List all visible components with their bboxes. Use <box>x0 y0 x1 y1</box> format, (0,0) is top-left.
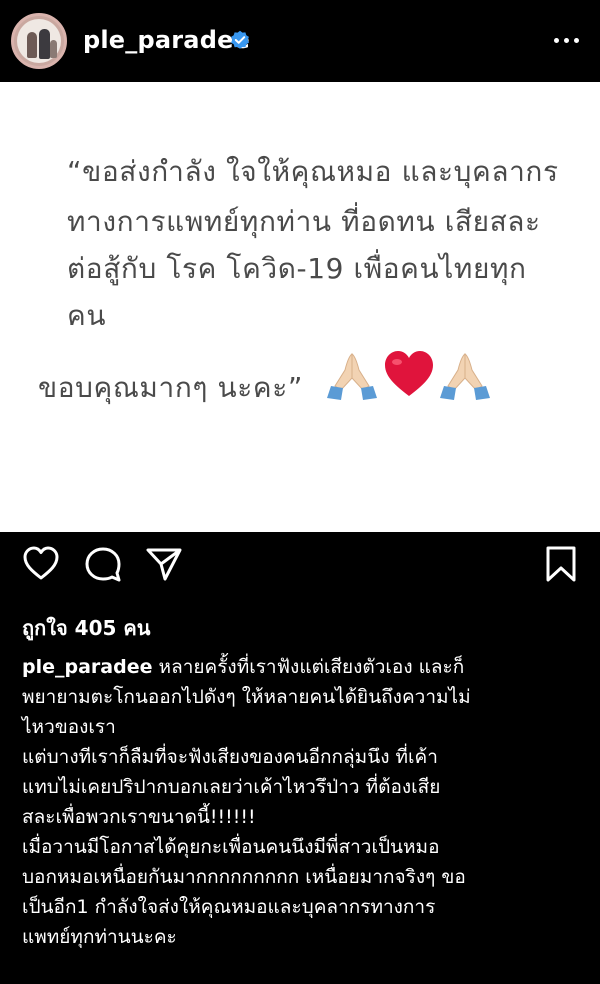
caption-line: บอกหมอเหนื่อยกันมากกกกกกกกก เหนื่อยมากจร… <box>22 866 466 888</box>
post-text-line: คน <box>67 299 107 332</box>
post-text-line: ทางการแพทย์ทุกท่าน ที่อดทน เสียสละ <box>67 205 541 238</box>
more-options-icon[interactable] <box>554 38 580 44</box>
verified-badge-icon <box>231 30 249 49</box>
caption-line: สละเพื่อพวกเราขนาดนี้!!!!!! <box>22 806 256 828</box>
caption-line: เมื่อวานมีโอกาสได้คุยกะเพื่อนคนนึงมีพี่ส… <box>22 836 440 858</box>
likes-count[interactable]: ถูกใจ 405 คน <box>22 612 150 644</box>
caption: ple_paradee หลายครั้งที่เราฟังแต่เสียงตั… <box>22 652 592 952</box>
comment-icon[interactable] <box>84 545 122 583</box>
caption-line: เป็นอีก1 กำลังใจส่งให้คุณหมอและบุคลากรทา… <box>22 896 436 918</box>
share-icon[interactable] <box>145 545 183 583</box>
praying-hands-emoji <box>440 353 490 400</box>
caption-line: แพทย์ทุกท่านนะคะ <box>22 926 177 948</box>
caption-text: หลายครั้งที่เราฟังแต่เสียงตัวเอง และก็ <box>152 656 465 678</box>
post-header: ple_paradee <box>0 0 600 82</box>
caption-line: พยายามตะโกนออกไปดังๆ ให้หลายคนได้ยินถึงค… <box>22 686 471 708</box>
username[interactable]: ple_paradee <box>83 26 250 54</box>
post-text-line: ต่อสู้กับ โรค โควิด-19 เพื่อคนไทยทุก <box>67 252 527 285</box>
caption-line: แต่บางทีเราก็ลืมที่จะฟังเสียงของคนอีกกลุ… <box>22 746 438 768</box>
post-text-line: ขอบคุณมากๆ นะคะ” <box>38 371 303 404</box>
praying-hands-emoji <box>327 353 377 400</box>
heart-icon[interactable] <box>22 545 60 583</box>
caption-username[interactable]: ple_paradee <box>22 656 153 678</box>
caption-line: ple_paradee หลายครั้งที่เราฟังแต่เสียงตั… <box>22 652 592 682</box>
caption-line: ไหวของเรา <box>22 716 116 738</box>
red-heart-emoji <box>385 351 433 396</box>
post-image[interactable]: “ขอส่งกำลัง ใจให้คุณหมอ และบุคลากร ทางกา… <box>0 82 600 532</box>
post-actions <box>0 545 600 593</box>
avatar[interactable] <box>11 13 67 69</box>
bookmark-icon[interactable] <box>544 545 578 583</box>
caption-line: แทบไม่เคยปริปากบอกเลยว่าเค้าไหวรึป่าว ที… <box>22 776 441 798</box>
post-text-line: “ขอส่งกำลัง ใจให้คุณหมอ และบุคลากร <box>67 155 559 188</box>
